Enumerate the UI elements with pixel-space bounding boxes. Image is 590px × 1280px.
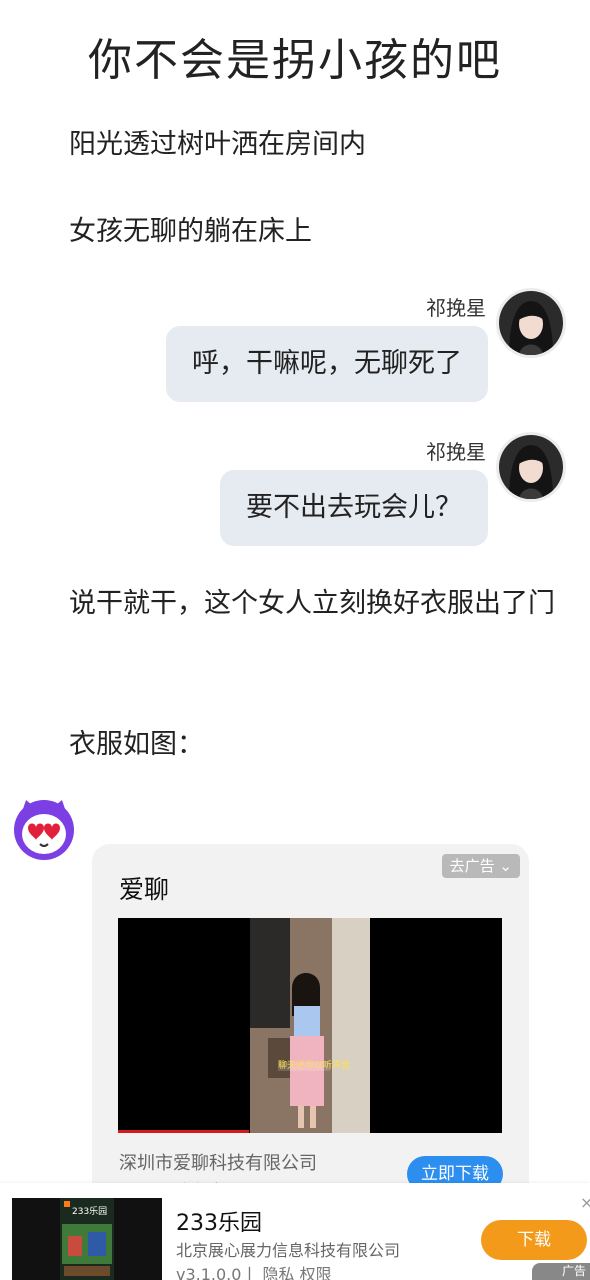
bottom-download-button[interactable]: 下载: [481, 1220, 587, 1260]
chat-message: 祁挽星 要不出去玩会儿？: [0, 432, 590, 550]
sender-avatar[interactable]: [496, 288, 566, 358]
avatar-image: [499, 435, 563, 499]
story-paragraph: 衣服如图：: [69, 729, 204, 760]
close-ad-icon[interactable]: ×: [580, 1193, 590, 1212]
bottom-ad-company: 北京展心展力信息科技有限公司: [176, 1241, 401, 1260]
sender-name: 祁挽星: [426, 440, 486, 464]
chat-message: 祁挽星 呼，干嘛呢，无聊死了: [0, 288, 590, 406]
sender-avatar[interactable]: [496, 432, 566, 502]
bottom-banner-ad[interactable]: 233乐园 233乐园 北京展心展力信息科技有限公司 v3.1.0.0丨 隐私 …: [0, 1183, 590, 1280]
message-bubble[interactable]: 呼，干嘛呢，无聊死了: [166, 326, 488, 402]
message-bubble[interactable]: 要不出去玩会儿？: [220, 470, 488, 546]
ad-video-progress: [118, 1130, 249, 1133]
bottom-ad-version[interactable]: v3.1.0.0丨 隐私 权限: [176, 1261, 332, 1280]
thumbnail-text: 233乐园: [72, 1207, 108, 1217]
remove-ad-button[interactable]: 去广告 ⌄: [441, 854, 520, 878]
sender-name: 祁挽星: [426, 296, 486, 320]
game-thumbnail[interactable]: 233乐园: [12, 1198, 162, 1280]
bottom-ad-title: 233乐园: [176, 1211, 262, 1236]
avatar-image: [499, 291, 563, 355]
story-paragraph: 阳光透过树叶洒在房间内: [69, 129, 366, 160]
ad-video[interactable]: 聊天还可以听声音: [118, 918, 502, 1133]
ad-company: 深圳市爱聊科技有限公司: [119, 1153, 317, 1174]
chapter-title: 你不会是拐小孩的吧: [88, 35, 502, 86]
cat-mascot-icon[interactable]: [12, 796, 76, 860]
ad-brand-name: 爱聊: [119, 875, 170, 904]
ad-label-badge: 广告: [532, 1263, 590, 1280]
ad-card[interactable]: 去广告 ⌄ 爱聊 聊天还可以听声音 深圳市爱聊科技有限公司 5.0.0 | 隐私…: [92, 844, 529, 1204]
story-paragraph: 女孩无聊的躺在床上: [69, 216, 312, 247]
story-paragraph: 说干就干，这个女人立刻换好衣服出了门: [69, 588, 555, 619]
ad-video-caption: 聊天还可以听声音: [278, 1061, 351, 1071]
